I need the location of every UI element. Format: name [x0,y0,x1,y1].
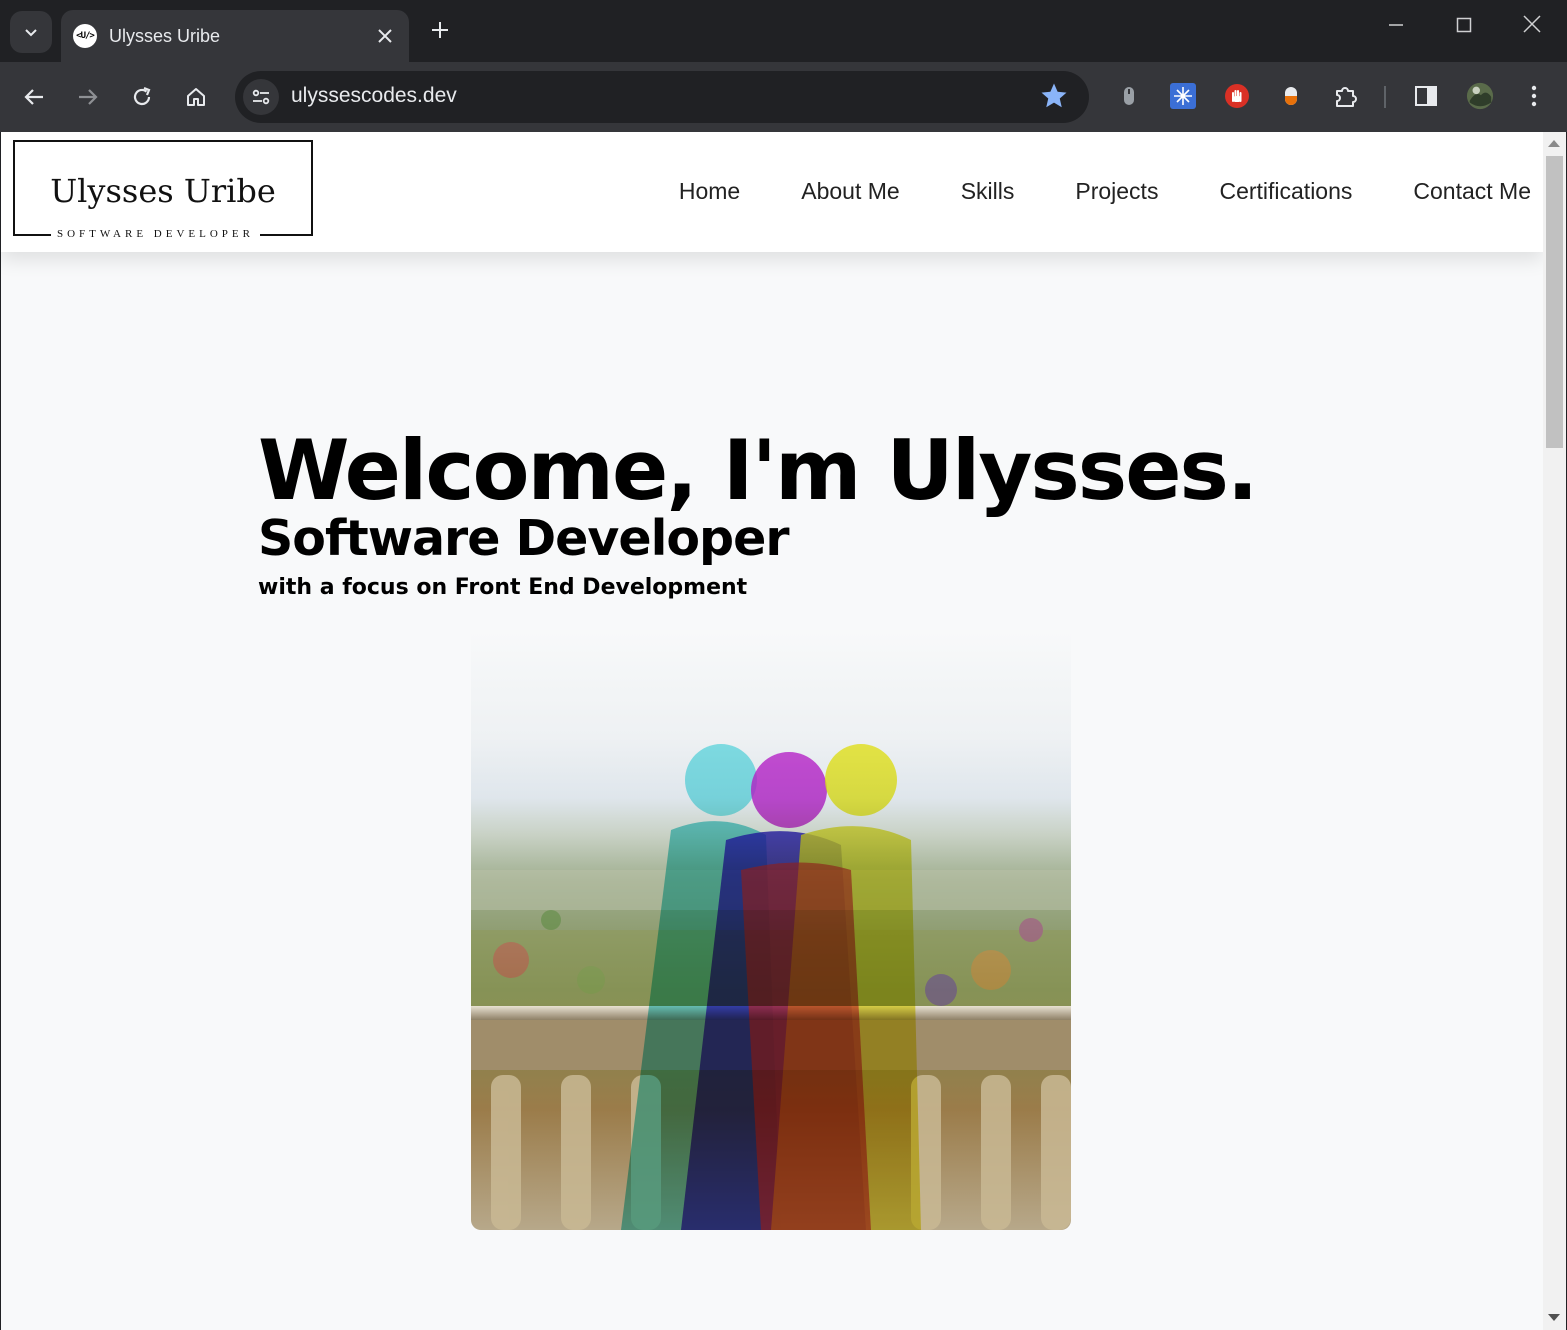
stop-hand-icon [1225,84,1249,108]
hero-portrait-image [471,630,1071,1230]
home-icon [187,88,205,106]
nav-link-certifications[interactable]: Certifications [1219,178,1352,205]
profile-avatar-icon [1466,82,1494,110]
active-tab[interactable]: <U/> Ulysses Uribe [61,10,409,62]
hero-role: Software Developer [258,510,789,567]
capsule-extension-icon [1285,87,1297,105]
toolbar-divider [1384,86,1386,108]
extensions-menu-button[interactable] [1332,82,1360,110]
site-logo[interactable]: Ulysses Uribe SOFTWARE DEVELOPER [13,140,313,240]
nav-link-projects[interactable]: Projects [1075,178,1158,205]
reload-icon [133,86,151,106]
maximize-button[interactable] [1444,14,1484,50]
extension-stop-hand-button[interactable] [1223,82,1251,110]
snowflake-extension-icon [1170,83,1196,109]
reload-button[interactable] [124,79,160,115]
nav-link-home[interactable]: Home [679,178,740,205]
close-icon [378,29,392,43]
nav-link-about-me[interactable]: About Me [801,178,899,205]
tab-search-button[interactable] [10,11,52,53]
hero-headline: Welcome, I'm Ulysses. [258,422,1258,519]
close-tab-button[interactable] [373,24,397,48]
site-info-button[interactable] [243,79,279,115]
bookmark-star-button[interactable] [1039,81,1069,115]
mouse-extension-icon [1124,87,1134,105]
new-tab-button[interactable] [425,16,455,46]
minimize-button[interactable] [1376,14,1416,50]
puzzle-icon [1336,87,1357,107]
extension-capsule-button[interactable] [1277,82,1305,110]
page-scrollbar[interactable] [1543,132,1566,1330]
maximize-icon [1456,17,1472,33]
side-panel-icon [1415,86,1437,106]
scroll-down-arrow-icon[interactable] [1548,1314,1560,1321]
extension-mouse-button[interactable] [1115,82,1143,110]
favicon-icon: <U/> [73,24,97,48]
home-button[interactable] [178,79,214,115]
site-info-icon [252,89,270,105]
extension-snowflake-button[interactable] [1169,82,1197,110]
portrait-illustration [471,630,1071,1230]
tab-strip: <U/> Ulysses Uribe [0,0,1567,62]
tab-title: Ulysses Uribe [109,25,221,46]
close-window-button[interactable] [1512,14,1552,50]
nav-link-contact-me[interactable]: Contact Me [1413,178,1531,205]
logo-name: Ulysses Uribe [50,172,276,210]
scroll-thumb[interactable] [1546,156,1563,448]
site-header: Ulysses Uribe SOFTWARE DEVELOPER Home Ab… [1,132,1543,252]
kebab-menu-icon [1531,85,1537,107]
page-viewport: Ulysses Uribe SOFTWARE DEVELOPER Home Ab… [1,132,1566,1330]
close-window-icon [1523,15,1541,33]
url-text[interactable]: ulyssescodes.dev [291,84,457,108]
back-button[interactable] [16,79,52,115]
chevron-down-icon [25,29,37,37]
forward-arrow-icon [79,89,98,105]
hero-focus: with a focus on Front End Development [258,575,748,600]
address-bar[interactable]: ulyssescodes.dev [235,71,1089,123]
plus-icon [432,22,448,38]
browser-menu-button[interactable] [1520,82,1548,110]
back-arrow-icon [24,89,43,105]
forward-button[interactable] [70,79,106,115]
star-icon [1041,83,1067,108]
minimize-icon [1389,24,1403,26]
scroll-up-arrow-icon[interactable] [1548,140,1560,147]
profile-button[interactable] [1466,82,1494,110]
main-nav: Home About Me Skills Projects Certificat… [618,178,1531,205]
browser-toolbar: ulyssescodes.dev [0,62,1567,132]
logo-subtitle: SOFTWARE DEVELOPER [51,228,260,240]
nav-link-skills[interactable]: Skills [961,178,1015,205]
side-panel-button[interactable] [1412,82,1440,110]
